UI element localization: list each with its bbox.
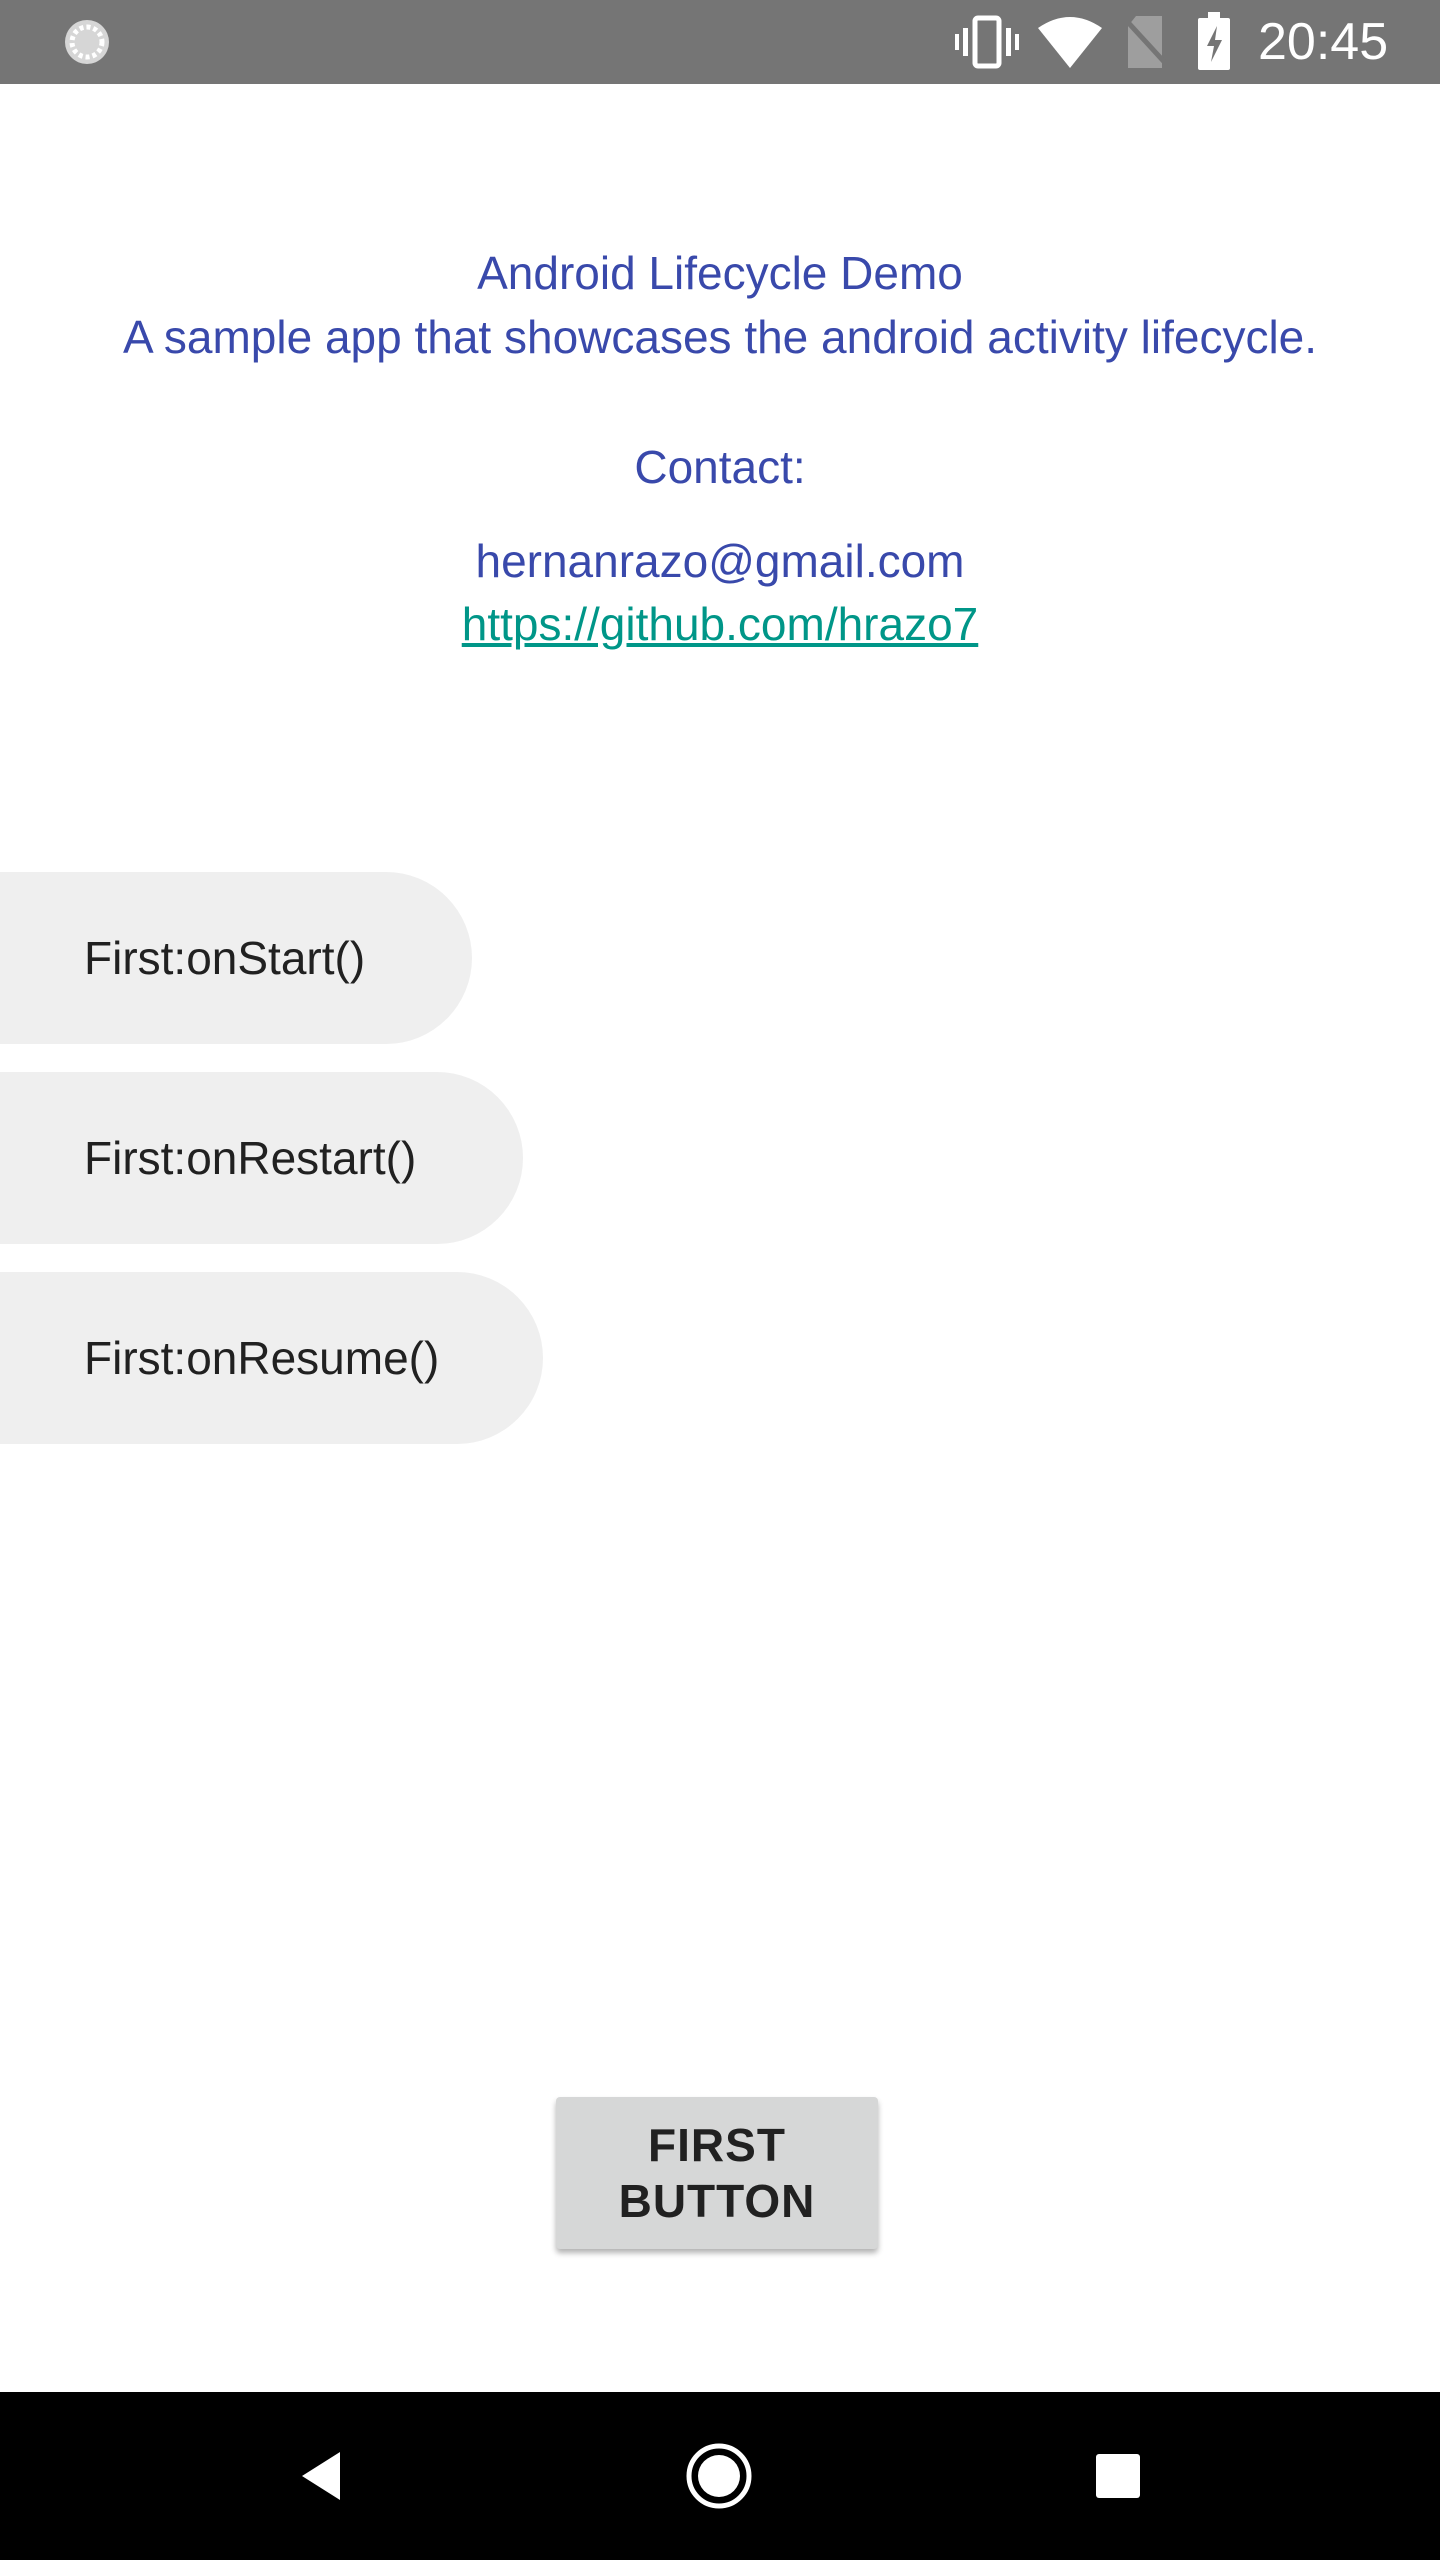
contact-label: Contact: (634, 441, 806, 493)
lifecycle-event-item: First:onStart() (0, 872, 472, 1044)
first-button-label: FIRST BUTTON (618, 2119, 816, 2227)
lifecycle-event-item: First:onResume() (0, 1272, 543, 1444)
home-icon[interactable] (684, 2441, 754, 2511)
no-sim-icon (1122, 16, 1170, 68)
first-button[interactable]: FIRST BUTTON (556, 2097, 878, 2249)
back-icon[interactable] (294, 2446, 354, 2506)
status-bar: 20:45 (0, 0, 1440, 84)
vibrate-icon (955, 15, 1019, 69)
recents-icon[interactable] (1094, 2452, 1142, 2500)
navigation-bar (0, 2392, 1440, 2560)
lifecycle-event-item: First:onRestart() (0, 1072, 523, 1244)
battery-charging-icon (1198, 12, 1230, 70)
contact-email[interactable]: hernanrazo@gmail.com (0, 530, 1440, 592)
sync-icon (65, 20, 109, 64)
app-title: Android Lifecycle Demo (477, 247, 963, 299)
app-description: A sample app that showcases the android … (122, 311, 1318, 363)
github-link[interactable]: https://github.com/hrazo7 (0, 593, 1440, 655)
wifi-icon (1038, 17, 1102, 68)
status-time: 20:45 (1258, 13, 1389, 71)
